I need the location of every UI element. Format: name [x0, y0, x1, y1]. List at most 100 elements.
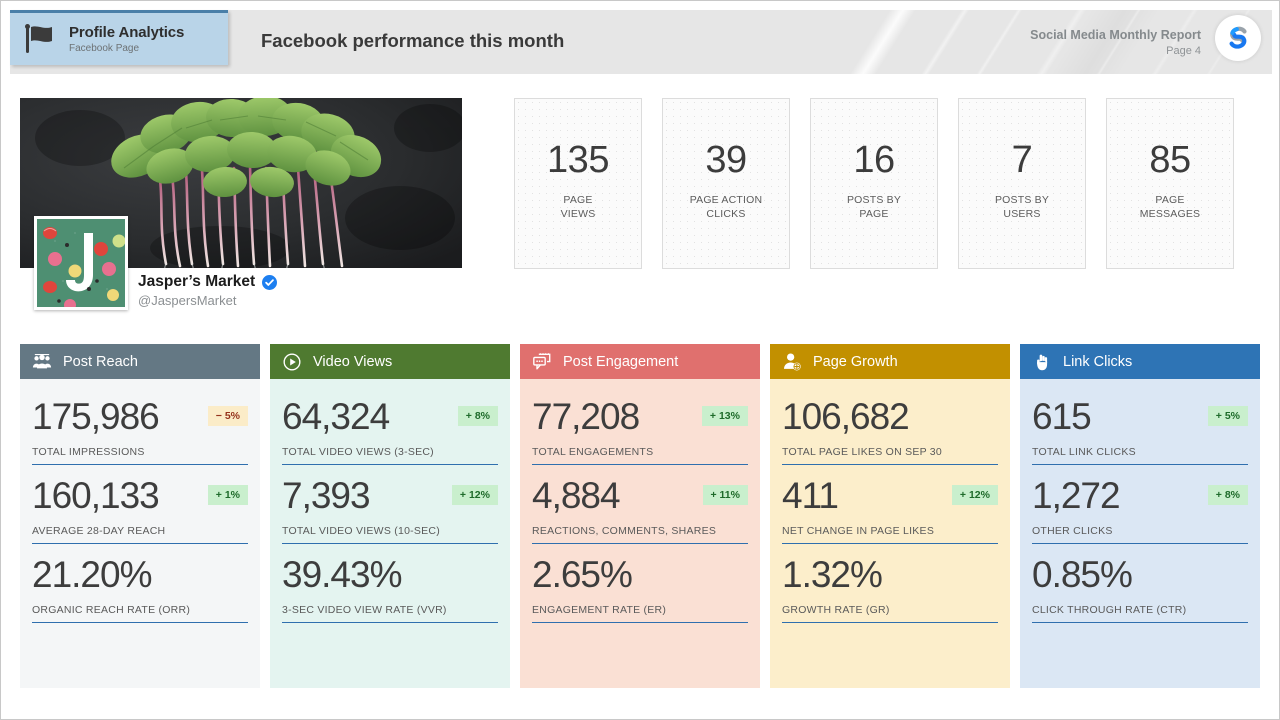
metric-change-badge: + 11% — [702, 485, 748, 505]
people-group-icon — [32, 352, 52, 372]
metric-change-badge: + 12% — [951, 485, 998, 505]
metric-row: 64,324 + 8% TOTAL VIDEO VIEWS (3-SEC) — [282, 393, 498, 465]
metric-label: ENGAGEMENT RATE (ER) — [532, 604, 667, 616]
panel-title: Link Clicks — [1063, 353, 1133, 370]
metric-change-badge: + 12% — [451, 485, 498, 505]
profile-handle: @JaspersMarket — [138, 293, 237, 308]
metric-label: TOTAL LINK CLICKS — [1032, 446, 1136, 458]
metric-divider — [32, 464, 248, 465]
metric-change-badge: + 8% — [457, 406, 498, 426]
metric-row: 2.65% ENGAGEMENT RATE (ER) — [532, 551, 748, 623]
metric-value: 1.32% — [782, 553, 883, 595]
metric-value: 2.65% — [532, 553, 633, 595]
metric-divider — [782, 622, 998, 623]
metric-row: 175,986 − 5% TOTAL IMPRESSIONS — [32, 393, 248, 465]
metric-label: REACTIONS, COMMENTS, SHARES — [532, 525, 717, 537]
metric-change-badge: + 5% — [1207, 406, 1248, 426]
kpi-tile: 16 POSTS BY PAGE — [810, 98, 938, 269]
kpi-label: POSTS BY PAGE — [846, 194, 902, 221]
panel-header: Link Clicks — [1020, 344, 1260, 379]
metric-value: 64,324 — [282, 395, 390, 437]
metric-label: OTHER CLICKS — [1032, 525, 1113, 537]
metric-panel: Page Growth 106,682 TOTAL PAGE LIKES ON SE… — [770, 344, 1010, 688]
metric-row: 1.32% GROWTH RATE (GR) — [782, 551, 998, 623]
panel-body: 615 + 5% TOTAL LINK CLICKS 1,272 + 8% OTHER C… — [1020, 379, 1260, 688]
verified-check-icon — [262, 274, 278, 290]
metric-row: 1,272 + 8% OTHER CLICKS — [1032, 472, 1248, 544]
metric-label: TOTAL PAGE LIKES ON SEP 30 — [782, 446, 942, 458]
kpi-tiles: 135 PAGE VIEWS 39 PAGE ACTION CLICKS 16 POSTS B… — [514, 98, 1234, 269]
flag-icon — [25, 24, 52, 53]
kpi-label: POSTS BY USERS — [994, 194, 1050, 221]
metric-row: 39.43% 3-SEC VIDEO VIEW RATE (VVR) — [282, 551, 498, 623]
metric-panel: Post Reach 175,986 − 5% TOTAL IMPRESSIONS 16… — [20, 344, 260, 688]
metric-change-badge: + 8% — [1207, 485, 1248, 505]
badge-title: Profile Analytics — [69, 23, 185, 41]
metric-divider — [282, 543, 498, 544]
metric-value: 4,884 — [532, 474, 621, 516]
metric-change-badge: + 1% — [207, 485, 248, 505]
metric-change-badge: − 5% — [207, 406, 248, 426]
metric-label: TOTAL IMPRESSIONS — [32, 446, 145, 458]
metric-divider — [532, 464, 748, 465]
metric-label: TOTAL VIDEO VIEWS (3-SEC) — [282, 446, 434, 458]
user-plus-icon — [782, 352, 802, 372]
kpi-tile: 39 PAGE ACTION CLICKS — [662, 98, 790, 269]
kpi-value: 85 — [1149, 139, 1191, 181]
panel-header: Post Engagement — [520, 344, 760, 379]
report-name: Social Media Monthly Report — [1030, 28, 1201, 42]
brand-logo — [1215, 15, 1261, 61]
panel-body: 64,324 + 8% TOTAL VIDEO VIEWS (3-SEC) 7,393… — [270, 379, 510, 688]
metric-label: CLICK THROUGH RATE (CTR) — [1032, 604, 1187, 616]
brand-s-logo-icon — [1229, 26, 1247, 49]
metric-label: 3-SEC VIDEO VIEW RATE (VVR) — [282, 604, 447, 616]
metric-divider — [532, 543, 748, 544]
metric-divider — [782, 464, 998, 465]
kpi-tile: 135 PAGE VIEWS — [514, 98, 642, 269]
metric-divider — [1032, 543, 1248, 544]
panel-header: Page Growth — [770, 344, 1010, 379]
kpi-label: PAGE MESSAGES — [1139, 194, 1201, 221]
comment-bubble-icon — [532, 352, 552, 372]
metric-label: GROWTH RATE (GR) — [782, 604, 890, 616]
pointing-hand-icon — [1032, 352, 1052, 372]
metric-divider — [782, 543, 998, 544]
metric-divider — [32, 543, 248, 544]
profile-meta: Jasper’s Market @JaspersMarket — [138, 273, 278, 308]
metric-panel: Link Clicks 615 + 5% TOTAL LINK CLICKS 1,272… — [1020, 344, 1260, 688]
metric-row: 411 + 12% NET CHANGE IN PAGE LIKES — [782, 472, 998, 544]
panel-body: 106,682 TOTAL PAGE LIKES ON SEP 30 411 + 12… — [770, 379, 1010, 688]
metric-value: 77,208 — [532, 395, 640, 437]
panel-title: Video Views — [313, 353, 393, 370]
profile-analytics-badge[interactable]: Profile Analytics Facebook Page — [10, 10, 228, 65]
metric-divider — [532, 622, 748, 623]
kpi-label: PAGE VIEWS — [560, 194, 596, 221]
kpi-value: 7 — [1011, 139, 1033, 181]
metric-row: 77,208 + 13% TOTAL ENGAGEMENTS — [532, 393, 748, 465]
metric-change-badge: + 13% — [701, 406, 748, 426]
metric-divider — [1032, 464, 1248, 465]
metric-value: 175,986 — [32, 395, 160, 437]
metric-row: 7,393 + 12% TOTAL VIDEO VIEWS (10-SEC) — [282, 472, 498, 544]
metric-label: TOTAL VIDEO VIEWS (10-SEC) — [282, 525, 441, 537]
panel-body: 77,208 + 13% TOTAL ENGAGEMENTS 4,884 + 11% RE… — [520, 379, 760, 688]
kpi-value: 16 — [853, 139, 895, 181]
kpi-value: 135 — [547, 139, 609, 181]
kpi-label: PAGE ACTION CLICKS — [689, 194, 763, 221]
badge-subtitle: Facebook Page — [69, 42, 140, 54]
panel-title: Post Engagement — [563, 353, 679, 370]
metric-label: AVERAGE 28-DAY REACH — [32, 525, 166, 537]
metric-row: 615 + 5% TOTAL LINK CLICKS — [1032, 393, 1248, 465]
panel-title: Page Growth — [813, 353, 898, 370]
metric-row: 160,133 + 1% AVERAGE 28-DAY REACH — [32, 472, 248, 544]
metric-label: ORGANIC REACH RATE (ORR) — [32, 604, 191, 616]
metric-value: 21.20% — [32, 553, 152, 595]
panel-header: Post Reach — [20, 344, 260, 379]
avatar — [34, 216, 128, 310]
panel-title: Post Reach — [63, 353, 138, 370]
metric-row: 106,682 TOTAL PAGE LIKES ON SEP 30 — [782, 393, 998, 465]
metric-panels: Post Reach 175,986 − 5% TOTAL IMPRESSIONS 16… — [20, 344, 1260, 688]
metric-row: 0.85% CLICK THROUGH RATE (CTR) — [1032, 551, 1248, 623]
metric-divider — [1032, 622, 1248, 623]
metric-panel: Post Engagement 77,208 + 13% TOTAL ENGAGEME… — [520, 344, 760, 688]
